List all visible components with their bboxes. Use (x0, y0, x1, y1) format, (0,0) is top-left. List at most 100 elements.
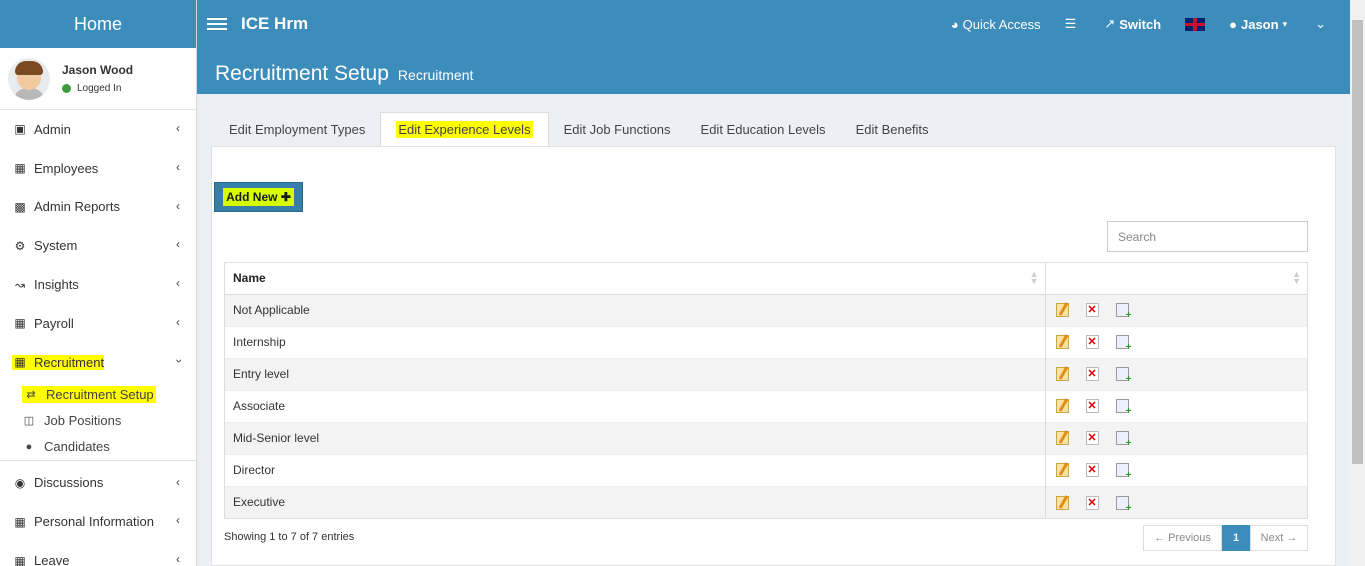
table-row: Entry level ✕ (225, 357, 1307, 390)
page-title: Recruitment Setup (215, 62, 389, 85)
cell-actions: ✕ (1045, 485, 1307, 518)
edit-icon[interactable] (1055, 335, 1069, 350)
document-icon: ▦ (14, 316, 26, 331)
switch-button[interactable]: ↗ Switch (1104, 16, 1161, 32)
chevron-down-icon: ⌄ (1315, 16, 1326, 31)
sidebar-subitem-recruitment-setup[interactable]: ⇄ Recruitment Setup (0, 382, 196, 408)
search-input[interactable] (1107, 221, 1308, 252)
sort-icon: ▲ ▼ (1029, 269, 1039, 286)
sidebar-item-payroll[interactable]: ▦ Payroll ‹ (0, 304, 196, 343)
cell-name: Not Applicable (225, 293, 1046, 326)
delete-icon[interactable]: ✕ (1085, 303, 1099, 318)
tab-education-levels[interactable]: Edit Education Levels (686, 112, 841, 146)
copy-icon[interactable] (1115, 303, 1132, 321)
sidebar-item-insights[interactable]: ↝ Insights ‹ (0, 265, 196, 304)
quick-access-button[interactable]: ◕ Quick Access (951, 17, 1041, 32)
sidebar-item-admin[interactable]: ▣ Admin ‹ (0, 110, 196, 149)
user-icon: ● (1229, 16, 1237, 32)
page-scrollbar[interactable] (1350, 0, 1365, 566)
caret-down-icon: ▾ (1282, 18, 1288, 29)
sidebar-menu-lower: ◉ Discussions ‹ ▦ Personal Information ‹ ▦ Le… (0, 464, 196, 566)
sidebar-item-recruitment[interactable]: ▦ Recruitment ‹ (0, 343, 196, 382)
page-1-button[interactable]: 1 (1222, 525, 1250, 551)
app-name: ICE Hrm (241, 14, 309, 33)
sidebar-item-system[interactable]: ⚙ System ‹ (0, 226, 196, 265)
home-link[interactable]: Home (0, 0, 196, 48)
page-subtitle: Recruitment (397, 67, 474, 83)
delete-icon[interactable]: ✕ (1085, 431, 1099, 446)
table-info: Showing 1 to 7 of 7 entries (224, 531, 355, 543)
cell-actions: ✕ (1045, 325, 1307, 358)
cell-actions: ✕ (1045, 293, 1307, 326)
sidebar-item-leave[interactable]: ▦ Leave ‹ (0, 541, 196, 566)
tab-job-functions[interactable]: Edit Job Functions (549, 112, 686, 146)
column-header-name[interactable]: Name ▲ ▼ (225, 263, 1046, 295)
delete-icon[interactable]: ✕ (1085, 495, 1099, 510)
add-new-button[interactable]: Add New ✚ (214, 182, 303, 212)
online-dot-icon (62, 84, 71, 93)
sidebar-item-discussions[interactable]: ◉ Discussions ‹ (0, 464, 196, 503)
tasks-button[interactable]: ☰ (1065, 16, 1081, 32)
cell-actions: ✕ (1045, 421, 1307, 454)
columns-icon: ◫ (23, 415, 35, 428)
chevron-left-icon: ‹ (176, 237, 180, 252)
chart-icon: ↝ (14, 277, 26, 292)
delete-icon[interactable]: ✕ (1085, 463, 1099, 478)
tab-experience-levels[interactable]: Edit Experience Levels (380, 112, 549, 146)
avatar (8, 57, 50, 100)
delete-icon[interactable]: ✕ (1085, 335, 1099, 350)
previous-page-button[interactable]: ← Previous (1143, 525, 1222, 551)
table-row: Associate ✕ (225, 389, 1307, 422)
sidebar: Home Jason Wood Logged In ▣ Admin ‹ ▦ Emplo… (0, 0, 197, 566)
external-link-icon: ↗ (1104, 16, 1116, 31)
edit-icon[interactable] (1055, 431, 1069, 446)
copy-icon[interactable] (1115, 431, 1132, 449)
sidebar-item-employees[interactable]: ▦ Employees ‹ (0, 149, 196, 188)
chevron-left-icon: ‹ (176, 474, 180, 489)
calendar-icon: ▦ (14, 553, 26, 566)
chevron-left-icon: ‹ (176, 276, 180, 291)
next-page-button[interactable]: Next → (1250, 525, 1308, 551)
edit-icon[interactable] (1055, 303, 1069, 318)
chevron-left-icon: ‹ (176, 314, 180, 329)
copy-icon[interactable] (1115, 463, 1132, 481)
user-panel: Jason Wood Logged In (0, 48, 196, 110)
expand-button[interactable]: ⌄ (1315, 16, 1326, 32)
column-header-actions[interactable]: ▲ ▼ (1045, 263, 1307, 295)
table-row: Internship ✕ (225, 325, 1307, 358)
hamburger-menu-icon[interactable] (207, 15, 227, 33)
chevron-down-icon: ‹ (171, 358, 185, 363)
edit-icon[interactable] (1055, 367, 1069, 382)
reports-icon: ▩ (14, 199, 26, 214)
user-menu-button[interactable]: ● Jason ▾ (1229, 17, 1291, 32)
pagination: ← Previous 1 Next → (1143, 525, 1308, 551)
cell-name: Entry level (225, 357, 1046, 390)
scrollbar-thumb[interactable] (1352, 20, 1363, 464)
language-flag-button[interactable] (1185, 17, 1206, 31)
copy-icon[interactable] (1115, 367, 1132, 385)
edit-icon[interactable] (1055, 399, 1069, 414)
copy-icon[interactable] (1115, 335, 1132, 353)
cell-name: Associate (225, 389, 1046, 422)
delete-icon[interactable]: ✕ (1085, 399, 1099, 414)
cubes-icon: ▣ (14, 122, 26, 137)
sort-icon: ▲ ▼ (1292, 269, 1301, 286)
sidebar-item-admin-reports[interactable]: ▩ Admin Reports ‹ (0, 188, 196, 227)
user-name: Jason Wood (62, 63, 134, 77)
user-status: Logged In (62, 83, 133, 94)
delete-icon[interactable]: ✕ (1085, 367, 1099, 382)
cell-name: Internship (225, 325, 1046, 358)
dashboard-icon: ◕ (950, 16, 959, 32)
tab-employment-types[interactable]: Edit Employment Types (214, 112, 380, 146)
cell-actions: ✕ (1045, 453, 1307, 486)
experience-levels-table: Name▲▼ ▲▼ Not Applicable ✕ Internship ✕ … (224, 262, 1308, 519)
sidebar-subitem-candidates[interactable]: ● Candidates (0, 434, 196, 460)
cell-name: Director (225, 453, 1046, 486)
edit-icon[interactable] (1055, 463, 1069, 478)
sidebar-subitem-job-positions[interactable]: ◫ Job Positions (0, 408, 196, 434)
copy-icon[interactable] (1115, 495, 1132, 514)
edit-icon[interactable] (1055, 495, 1069, 510)
sidebar-item-personal-information[interactable]: ▦ Personal Information ‹ (0, 502, 196, 541)
tab-benefits[interactable]: Edit Benefits (841, 112, 944, 146)
copy-icon[interactable] (1115, 399, 1132, 417)
